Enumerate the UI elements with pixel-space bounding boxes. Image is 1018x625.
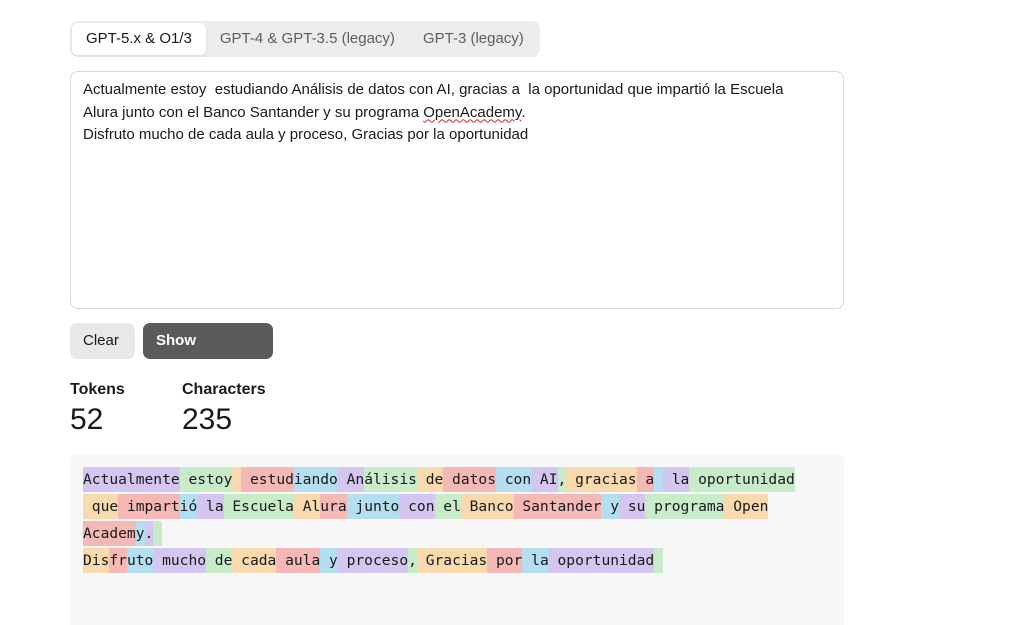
token: por <box>487 548 523 573</box>
misspelled-word: OpenAcademy <box>423 103 522 121</box>
tab-gpt5[interactable]: GPT-5.x & O1/3 <box>72 23 206 55</box>
token <box>153 521 163 546</box>
model-tab-group: GPT-5.x & O1/3 GPT-4 & GPT-3.5 (legacy) … <box>70 21 540 57</box>
token: ió <box>179 494 198 519</box>
token: la <box>197 494 224 519</box>
token: programa <box>645 494 725 519</box>
token: iando <box>293 467 338 492</box>
characters-count: 235 <box>182 403 233 436</box>
token: Escuela <box>223 494 294 519</box>
token: la <box>662 467 690 492</box>
tab-gpt4[interactable]: GPT-4 & GPT-3.5 (legacy) <box>206 23 409 55</box>
input-line-1: Actualmente estoy estudiando Análisis de… <box>83 81 784 98</box>
token: ura <box>320 494 347 519</box>
token: de <box>206 548 233 573</box>
token: la <box>522 548 549 573</box>
characters-label: Characters <box>182 381 266 398</box>
token: Academ <box>83 521 136 546</box>
token: y <box>601 494 620 519</box>
token: y <box>320 548 338 573</box>
token-line: Academy. <box>83 520 831 547</box>
token: aula <box>276 548 321 573</box>
token: y <box>135 521 145 546</box>
token: de <box>416 467 444 492</box>
show-example-button[interactable]: Show example <box>143 323 273 385</box>
tokens-label: Tokens <box>70 381 125 398</box>
token: su <box>619 494 646 519</box>
tab-gpt3[interactable]: GPT-3 (legacy) <box>409 23 538 55</box>
token: el <box>434 494 461 519</box>
token: que <box>83 494 119 519</box>
token: Al <box>293 494 321 519</box>
token: Dis <box>83 548 110 573</box>
token: oportunidad <box>548 548 655 573</box>
token: junto <box>346 494 400 519</box>
token: fr <box>109 548 127 573</box>
token: AI <box>531 467 558 492</box>
token-line: que impartió la Escuela Alura junto con … <box>83 493 831 520</box>
token: proceso <box>337 548 409 573</box>
token: impart <box>118 494 180 519</box>
token-line: Actualmente estoy estudiando Análisis de… <box>83 466 831 493</box>
token: a <box>636 467 655 492</box>
token <box>232 467 242 492</box>
token: uto <box>126 548 154 573</box>
token: Actualmente <box>83 467 180 492</box>
token: con <box>399 494 435 519</box>
token: cada <box>232 548 277 573</box>
clear-button[interactable]: Clear <box>70 323 135 359</box>
tokens-count: 52 <box>70 403 104 436</box>
token <box>654 548 663 573</box>
token: estoy <box>179 467 233 492</box>
token: Gracias <box>416 548 488 573</box>
input-line-2-start: Alura junto con el Banco Santander y su … <box>83 103 424 121</box>
token: estud <box>241 467 294 492</box>
input-line-2-end: . <box>521 103 526 121</box>
token: , <box>408 548 417 573</box>
token: gracias <box>566 467 637 492</box>
token: Open <box>724 494 769 519</box>
token: oportunidad <box>689 467 795 492</box>
text-input[interactable]: Actualmente estoy estudiando Análisis de… <box>70 71 844 309</box>
token: An <box>337 467 365 492</box>
token: Santander <box>513 494 602 519</box>
token: con <box>495 467 532 492</box>
token: , <box>557 467 567 492</box>
token: . <box>144 521 154 546</box>
token: Banco <box>460 494 514 519</box>
tokenized-text-panel: Actualmente estoy estudiando Análisis de… <box>70 454 844 625</box>
token-line: Disfruto mucho de cada aula y proceso, G… <box>83 547 831 574</box>
token: mucho <box>153 548 207 573</box>
token: datos <box>443 467 496 492</box>
token: álisis <box>364 467 417 492</box>
input-line-3: Disfruto mucho de cada aula y proceso, G… <box>83 126 529 143</box>
token <box>654 467 663 492</box>
